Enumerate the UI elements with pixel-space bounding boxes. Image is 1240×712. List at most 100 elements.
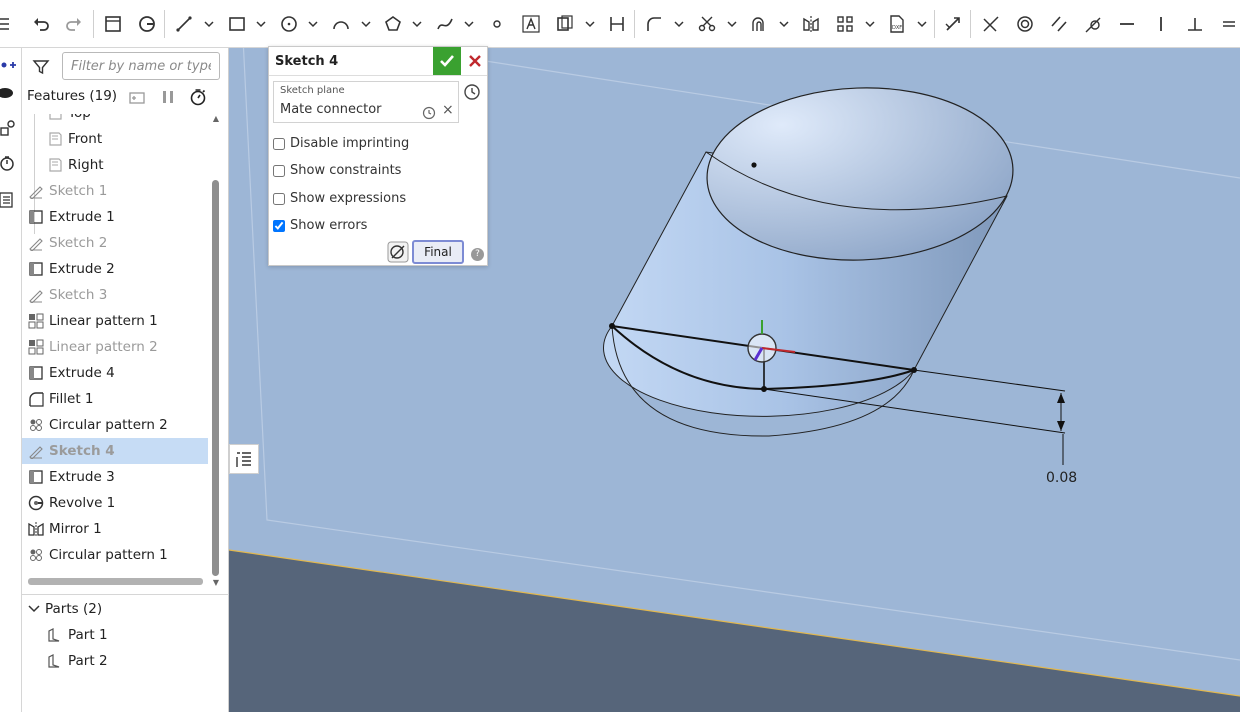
parallel-constraint-icon[interactable] [1048,13,1070,35]
checkbox[interactable] [273,219,285,232]
parts-header[interactable]: Parts (2) [28,600,102,618]
transform-tool-icon[interactable] [942,13,964,35]
filter-icon[interactable] [32,58,50,76]
chevron-down-icon[interactable] [673,13,685,35]
checkbox-label: Show constraints [290,163,402,178]
scroll-up-arrow[interactable]: ▲ [210,114,222,124]
variables-icon[interactable] [0,120,16,136]
circle-tool-icon[interactable] [278,13,300,35]
insert-icon[interactable] [0,56,16,72]
feature-item-top[interactable]: Top [22,114,208,126]
plane-icon [47,131,63,147]
disable-imprinting-checkbox[interactable]: Disable imprinting [273,136,409,151]
point-tool-icon[interactable] [486,13,508,35]
chevron-down-icon[interactable] [28,603,40,615]
feature-item-mirror-1[interactable]: Mirror 1 [22,516,208,542]
chevron-down-icon[interactable] [916,13,928,35]
chevron-down-icon[interactable] [584,13,596,35]
show-constraints-checkbox[interactable]: Show constraints [273,163,401,178]
feature-item-extrude-1[interactable]: Extrude 1 [22,204,208,230]
part-item-1[interactable]: Part 1 [46,624,108,646]
coincident-constraint-icon[interactable] [980,13,1002,35]
feature-item-fillet-1[interactable]: Fillet 1 [22,386,208,412]
arc-tool-icon[interactable] [330,13,352,35]
sketch-preview-icon[interactable] [387,241,409,263]
feature-item-sketch-3[interactable]: Sketch 3 [22,282,208,308]
feature-item-circular-pattern-1[interactable]: Circular pattern 1 [22,542,208,568]
feature-label: Right [68,157,104,173]
vertical-constraint-icon[interactable] [1150,13,1172,35]
feature-item-linear-pattern-1[interactable]: Linear pattern 1 [22,308,208,334]
final-button[interactable]: Final [412,240,464,264]
dxf-import-icon[interactable]: DXF [886,13,908,35]
trim-tool-icon[interactable] [696,13,718,35]
text-tool-icon[interactable] [520,13,542,35]
checkbox[interactable] [273,192,285,205]
clear-icon[interactable]: × [442,102,454,118]
polygon-tool-icon[interactable] [382,13,404,35]
checkbox[interactable] [273,137,285,150]
feature-item-extrude-3[interactable]: Extrude 3 [22,464,208,490]
offset-tool-icon[interactable] [748,13,770,35]
feature-list-toggle-icon[interactable] [229,444,259,474]
filter-input[interactable] [62,52,220,80]
perpendicular-constraint-icon[interactable] [1184,13,1206,35]
cancel-button[interactable] [463,47,487,75]
history-icon[interactable] [463,83,481,101]
mirror-tool-icon[interactable] [800,13,822,35]
rollback-pause-icon[interactable] [159,88,177,106]
show-expressions-checkbox[interactable]: Show expressions [273,191,406,206]
feature-item-right[interactable]: Right [22,152,208,178]
list-icon[interactable] [0,192,16,208]
tangent-constraint-icon[interactable] [1082,13,1104,35]
feature-item-linear-pattern-2[interactable]: Linear pattern 2 [22,334,208,360]
feature-item-sketch-4[interactable]: Sketch 4 [22,438,208,464]
spline-tool-icon[interactable] [434,13,456,35]
use-tool-icon[interactable] [554,13,576,35]
accept-button[interactable] [433,47,461,75]
display-states-icon[interactable] [0,85,16,101]
chevron-down-icon[interactable] [203,13,215,35]
dimension-tool-icon[interactable] [606,13,628,35]
show-errors-checkbox[interactable]: Show errors [273,218,367,233]
chevron-down-icon[interactable] [360,13,372,35]
undo-icon[interactable] [30,13,52,35]
revolve-tool-icon[interactable] [136,13,158,35]
vertical-scrollbar[interactable] [212,180,219,576]
feature-item-front[interactable]: Front [22,126,208,152]
dimension-label[interactable]: 0.08 [1046,470,1077,486]
sketch-plane-field[interactable]: Sketch plane Mate connector × [273,81,459,123]
part-item-2[interactable]: Part 2 [46,650,108,672]
horizontal-constraint-icon[interactable] [1116,13,1138,35]
help-icon[interactable]: ? [471,248,484,261]
timer-icon[interactable] [0,155,16,171]
sketch-tool-icon[interactable] [102,13,124,35]
feature-item-revolve-1[interactable]: Revolve 1 [22,490,208,516]
chevron-down-icon[interactable] [726,13,738,35]
rectangle-tool-icon[interactable] [226,13,248,35]
feature-item-extrude-2[interactable]: Extrude 2 [22,256,208,282]
chevron-down-icon[interactable] [463,13,475,35]
concentric-constraint-icon[interactable] [1014,13,1036,35]
feature-item-sketch-2[interactable]: Sketch 2 [22,230,208,256]
feature-item-sketch-1[interactable]: Sketch 1 [22,178,208,204]
feature-list-icon[interactable] [0,13,16,35]
chevron-down-icon[interactable] [307,13,319,35]
pattern-tool-icon[interactable] [834,13,856,35]
chevron-down-icon[interactable] [864,13,876,35]
clock-icon[interactable] [422,106,436,120]
chevron-down-icon[interactable] [778,13,790,35]
redo-icon[interactable] [63,13,85,35]
checkbox[interactable] [273,164,285,177]
stopwatch-icon[interactable] [189,88,207,106]
chevron-down-icon[interactable] [255,13,267,35]
chevron-down-icon[interactable] [411,13,423,35]
feature-item-circular-pattern-2[interactable]: Circular pattern 2 [22,412,208,438]
horizontal-scrollbar[interactable] [28,578,203,585]
equal-constraint-icon[interactable] [1218,13,1240,35]
feature-item-extrude-4[interactable]: Extrude 4 [22,360,208,386]
line-tool-icon[interactable] [173,13,195,35]
add-folder-icon[interactable] [128,88,146,106]
scroll-down-arrow[interactable]: ▼ [210,578,222,588]
fillet-tool-icon[interactable] [643,13,665,35]
